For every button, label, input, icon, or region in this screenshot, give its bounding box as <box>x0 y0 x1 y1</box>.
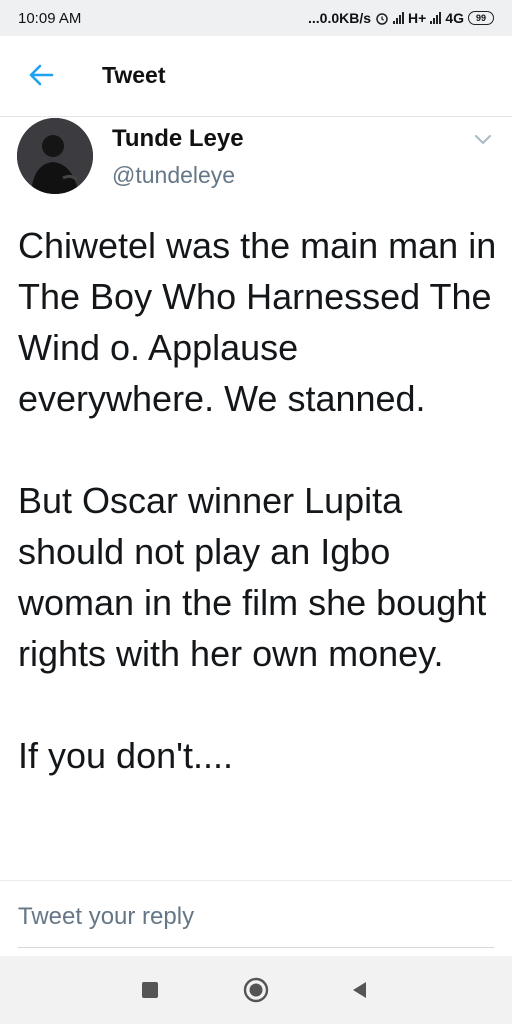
arrow-left-icon[interactable] <box>26 60 56 90</box>
tweet-paragraph: Chiwetel was the main man in The Boy Who… <box>18 225 497 419</box>
status-icons: ...0.0KB/s H+ 4G 99 <box>308 10 494 26</box>
back-triangle-icon[interactable] <box>350 980 368 1000</box>
author-handle[interactable]: @tundeleye <box>112 162 235 189</box>
reply-input[interactable]: Tweet your reply <box>18 903 194 931</box>
signal-icon <box>393 12 405 24</box>
system-nav-bar <box>0 956 512 1024</box>
chevron-down-icon[interactable] <box>474 132 492 146</box>
reply-underline <box>18 947 494 948</box>
reply-bar: Tweet your reply <box>0 880 512 957</box>
author-name[interactable]: Tunde Leye <box>112 125 244 153</box>
battery-icon: 99 <box>468 11 494 25</box>
page-title: Tweet <box>102 62 166 88</box>
alarm-icon <box>376 13 388 25</box>
network-type-1: H+ <box>408 10 427 26</box>
status-bar: 10:09 AM ...0.0KB/s H+ 4G 99 <box>0 0 512 36</box>
network-speed: ...0.0KB/s <box>307 10 372 26</box>
app-header: Tweet <box>0 36 512 117</box>
status-time: 10:09 AM <box>18 9 82 27</box>
signal-icon-2 <box>430 12 442 24</box>
avatar-photo <box>17 118 93 194</box>
recents-square-icon[interactable] <box>142 982 158 998</box>
tweet-paragraph: If you don't.... <box>18 735 233 776</box>
network-type-2: 4G <box>445 10 464 26</box>
tweet-paragraph: But Oscar winner Lupita should not play … <box>18 480 487 674</box>
avatar[interactable] <box>17 118 93 194</box>
tweet-detail: Tunde Leye @tundeleye Chiwetel was the m… <box>0 116 512 880</box>
home-circle-icon[interactable] <box>243 977 269 1003</box>
tweet-text: Chiwetel was the main man in The Boy Who… <box>18 220 498 832</box>
